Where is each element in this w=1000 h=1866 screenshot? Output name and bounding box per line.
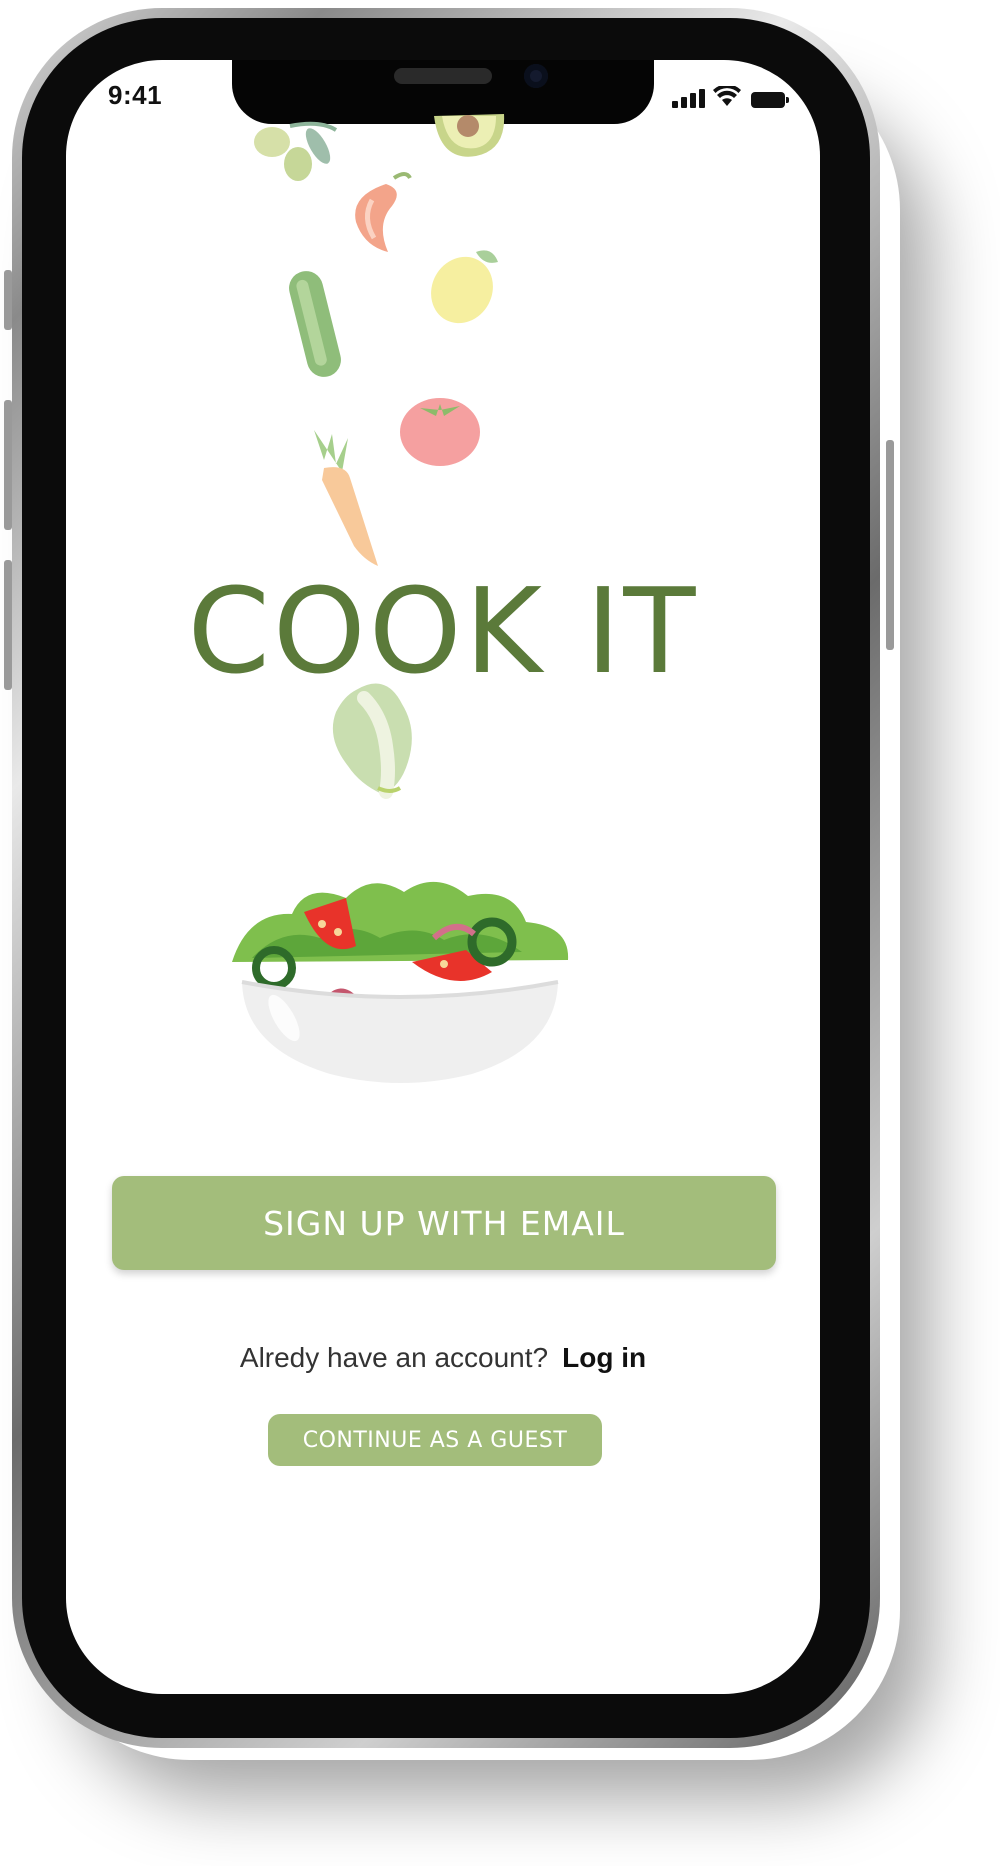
login-link[interactable]: Log in: [562, 1342, 646, 1373]
app-screen: 9:41 COOK IT SIGN UP WITH EMAIL Alredy h…: [66, 60, 820, 1694]
battery-icon: [751, 92, 789, 108]
sign-up-email-button[interactable]: SIGN UP WITH EMAIL: [112, 1176, 776, 1270]
status-icons: [672, 84, 789, 108]
volume-up-button: [4, 270, 12, 330]
salad-bowl-illustration: [232, 881, 569, 1083]
account-prompt-text: Alredy have an account?: [239, 1342, 549, 1373]
chili-pepper-illustration: [355, 172, 412, 252]
lemon-illustration: [431, 250, 498, 324]
carrot-illustration: [314, 430, 378, 566]
wifi-icon: [713, 86, 741, 106]
volume-up-button: [4, 400, 12, 530]
signal-icon: [672, 88, 705, 108]
tomato-illustration: [400, 398, 480, 466]
avocado-illustration: [434, 114, 505, 157]
speaker: [394, 68, 492, 84]
continue-as-guest-button[interactable]: CONTINUE AS A GUEST: [268, 1414, 602, 1466]
status-time: 9:41: [108, 80, 163, 110]
cucumber-illustration: [289, 271, 341, 377]
volume-down-button: [4, 560, 12, 690]
login-prompt: Alredy have an account? Log in: [66, 1342, 820, 1374]
app-title: COOK IT: [187, 562, 699, 700]
power-button: [886, 440, 894, 650]
olives-illustration: [254, 121, 338, 181]
lettuce-illustration: [332, 683, 412, 799]
camera-icon: [524, 64, 548, 88]
